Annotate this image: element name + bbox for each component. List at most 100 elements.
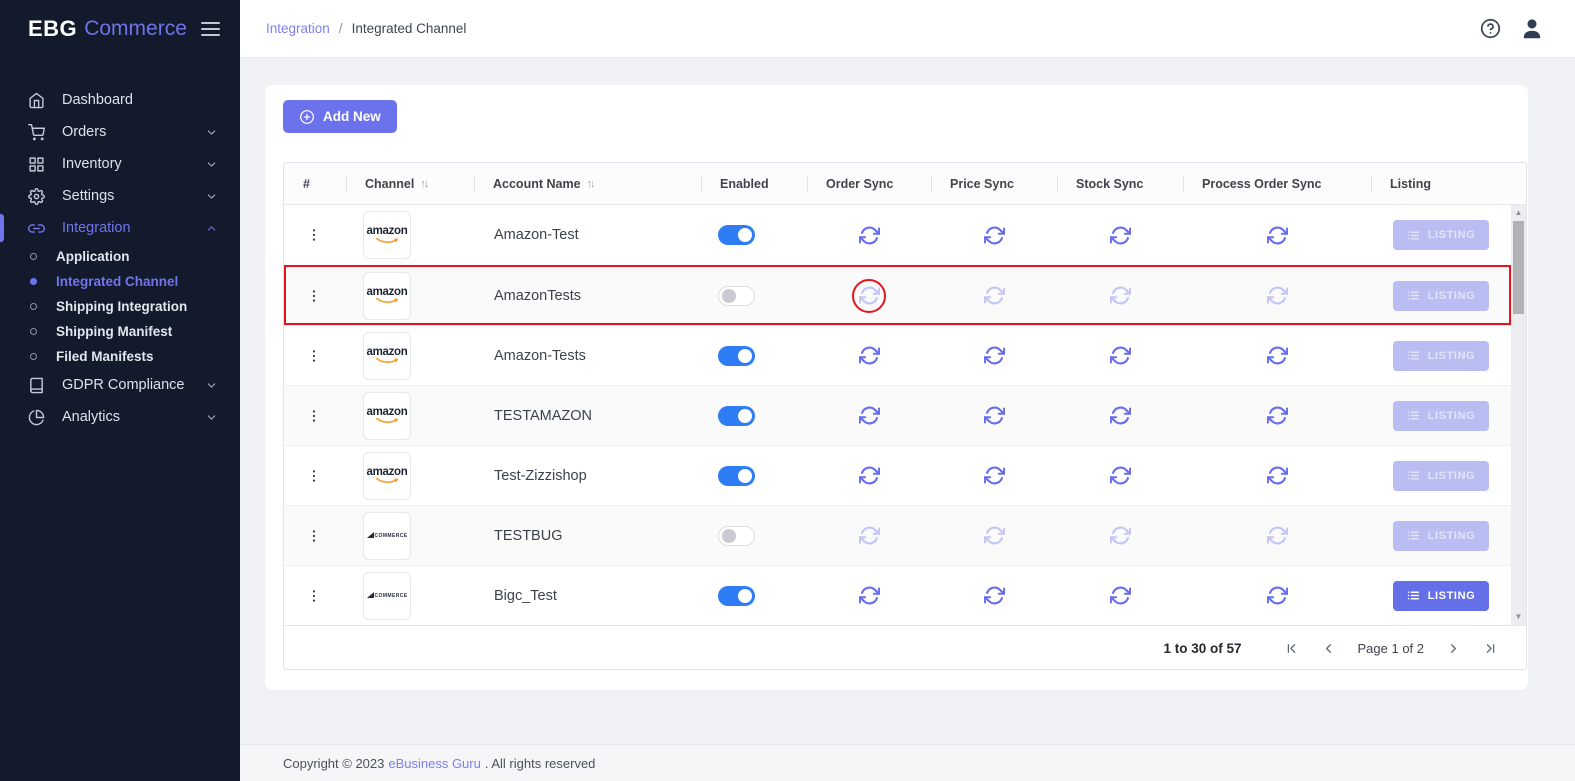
order-sync-icon[interactable] — [859, 465, 880, 486]
row-menu-kebab-icon[interactable] — [304, 346, 324, 366]
row-menu-kebab-icon[interactable] — [304, 286, 324, 306]
column-header-price-sync[interactable]: Price Sync — [931, 163, 1057, 204]
stock-sync-icon[interactable] — [1110, 225, 1131, 246]
sidebar-subitem-integrated-channel[interactable]: Integrated Channel — [0, 269, 240, 294]
row-menu-kebab-icon[interactable] — [304, 526, 324, 546]
column-header--[interactable]: # — [284, 163, 346, 204]
sidebar-item-analytics[interactable]: Analytics — [0, 401, 240, 433]
order-sync-icon[interactable] — [859, 405, 880, 426]
footer-link[interactable]: eBusiness Guru — [388, 756, 481, 771]
sidebar-subitem-application[interactable]: Application — [0, 244, 240, 269]
chevron-down-icon[interactable] — [205, 190, 218, 203]
breadcrumb-parent-link[interactable]: Integration — [266, 21, 330, 36]
column-header-stock-sync[interactable]: Stock Sync — [1057, 163, 1183, 204]
enabled-toggle[interactable] — [718, 526, 755, 546]
stock-sync-icon[interactable] — [1110, 345, 1131, 366]
sidebar-item-integration[interactable]: Integration — [0, 212, 240, 244]
next-page-icon[interactable] — [1446, 641, 1461, 656]
enabled-toggle[interactable] — [718, 225, 755, 245]
user-avatar-icon[interactable] — [1519, 16, 1545, 42]
listing-button[interactable]: LISTING — [1393, 220, 1490, 250]
process-order-sync-icon[interactable] — [1267, 225, 1288, 246]
chevron-down-icon[interactable] — [205, 411, 218, 424]
enabled-toggle[interactable] — [718, 406, 755, 426]
process-order-sync-icon[interactable] — [1267, 585, 1288, 606]
process-order-sync-icon[interactable] — [1267, 465, 1288, 486]
listing-button[interactable]: LISTING — [1393, 341, 1490, 371]
order-sync-icon[interactable] — [859, 525, 880, 546]
price-sync-icon[interactable] — [984, 465, 1005, 486]
book-icon — [28, 377, 45, 394]
pagination-bar: 1 to 30 of 57 Page 1 of 2 — [284, 625, 1526, 671]
scroll-up-icon[interactable]: ▲ — [1511, 208, 1526, 218]
listing-button[interactable]: LISTING — [1393, 521, 1490, 551]
stock-sync-icon[interactable] — [1110, 285, 1131, 306]
sidebar-subitem-shipping-manifest[interactable]: Shipping Manifest — [0, 319, 240, 344]
order-sync-icon[interactable] — [859, 285, 880, 306]
enabled-toggle[interactable] — [718, 346, 755, 366]
stock-sync-icon[interactable] — [1110, 465, 1131, 486]
column-header-enabled[interactable]: Enabled — [701, 163, 807, 204]
topbar: Integration / Integrated Channel — [240, 0, 1575, 58]
order-sync-icon[interactable] — [859, 225, 880, 246]
process-order-sync-icon[interactable] — [1267, 345, 1288, 366]
order-sync-icon[interactable] — [859, 585, 880, 606]
chevron-down-icon[interactable] — [205, 158, 218, 171]
first-page-icon[interactable] — [1284, 641, 1299, 656]
account-name: Amazon-Tests — [494, 348, 586, 364]
enabled-toggle[interactable] — [718, 586, 755, 606]
sort-icon[interactable]: ↑↓ — [420, 178, 429, 190]
column-header-listing[interactable]: Listing — [1371, 163, 1526, 204]
cart-icon — [28, 124, 45, 141]
sort-icon[interactable]: ↑↓ — [587, 178, 596, 190]
column-header-channel[interactable]: Channel ↑↓ — [346, 163, 474, 204]
chevron-down-icon[interactable] — [205, 379, 218, 392]
listing-button[interactable]: LISTING — [1393, 581, 1490, 611]
row-menu-kebab-icon[interactable] — [304, 406, 324, 426]
price-sync-icon[interactable] — [984, 525, 1005, 546]
sidebar-item-inventory[interactable]: Inventory — [0, 148, 240, 180]
price-sync-icon[interactable] — [984, 225, 1005, 246]
row-menu-kebab-icon[interactable] — [304, 225, 324, 245]
help-icon[interactable] — [1480, 18, 1501, 39]
sidebar-item-dashboard[interactable]: Dashboard — [0, 84, 240, 116]
process-order-sync-icon[interactable] — [1267, 285, 1288, 306]
stock-sync-icon[interactable] — [1110, 405, 1131, 426]
listing-button[interactable]: LISTING — [1393, 401, 1490, 431]
stock-sync-icon[interactable] — [1110, 525, 1131, 546]
order-sync-icon[interactable] — [859, 345, 880, 366]
sidebar-subitem-filed-manifests[interactable]: Filed Manifests — [0, 344, 240, 369]
process-order-sync-icon[interactable] — [1267, 525, 1288, 546]
table-body: amazon Amazon-Test — [284, 205, 1526, 625]
scroll-down-icon[interactable]: ▼ — [1511, 612, 1526, 622]
chevron-down-icon[interactable] — [205, 126, 218, 139]
hamburger-menu-icon[interactable] — [201, 18, 220, 40]
add-new-button[interactable]: Add New — [283, 100, 397, 133]
row-menu-kebab-icon[interactable] — [304, 466, 324, 486]
sidebar-subitem-shipping-integration[interactable]: Shipping Integration — [0, 294, 240, 319]
price-sync-icon[interactable] — [984, 405, 1005, 426]
last-page-icon[interactable] — [1483, 641, 1498, 656]
listing-button-label: LISTING — [1428, 410, 1476, 422]
scrollbar[interactable]: ▲ ▼ — [1511, 205, 1526, 625]
column-header-order-sync[interactable]: Order Sync — [807, 163, 931, 204]
listing-button[interactable]: LISTING — [1393, 281, 1490, 311]
prev-page-icon[interactable] — [1321, 641, 1336, 656]
price-sync-icon[interactable] — [984, 585, 1005, 606]
column-header-account-name[interactable]: Account Name ↑↓ — [474, 163, 701, 204]
sidebar-item-orders[interactable]: Orders — [0, 116, 240, 148]
price-sync-icon[interactable] — [984, 285, 1005, 306]
stock-sync-icon[interactable] — [1110, 585, 1131, 606]
column-header-process-order-sync[interactable]: Process Order Sync — [1183, 163, 1371, 204]
process-order-sync-icon[interactable] — [1267, 405, 1288, 426]
enabled-toggle[interactable] — [718, 466, 755, 486]
price-sync-icon[interactable] — [984, 345, 1005, 366]
sidebar-item-settings[interactable]: Settings — [0, 180, 240, 212]
sidebar-item-gdpr-compliance[interactable]: GDPR Compliance — [0, 369, 240, 401]
row-menu-kebab-icon[interactable] — [304, 586, 324, 606]
listing-button-label: LISTING — [1428, 590, 1476, 602]
chevron-up-icon[interactable] — [205, 222, 218, 235]
listing-button[interactable]: LISTING — [1393, 461, 1490, 491]
enabled-toggle[interactable] — [718, 286, 755, 306]
scrollbar-thumb[interactable] — [1513, 221, 1524, 314]
